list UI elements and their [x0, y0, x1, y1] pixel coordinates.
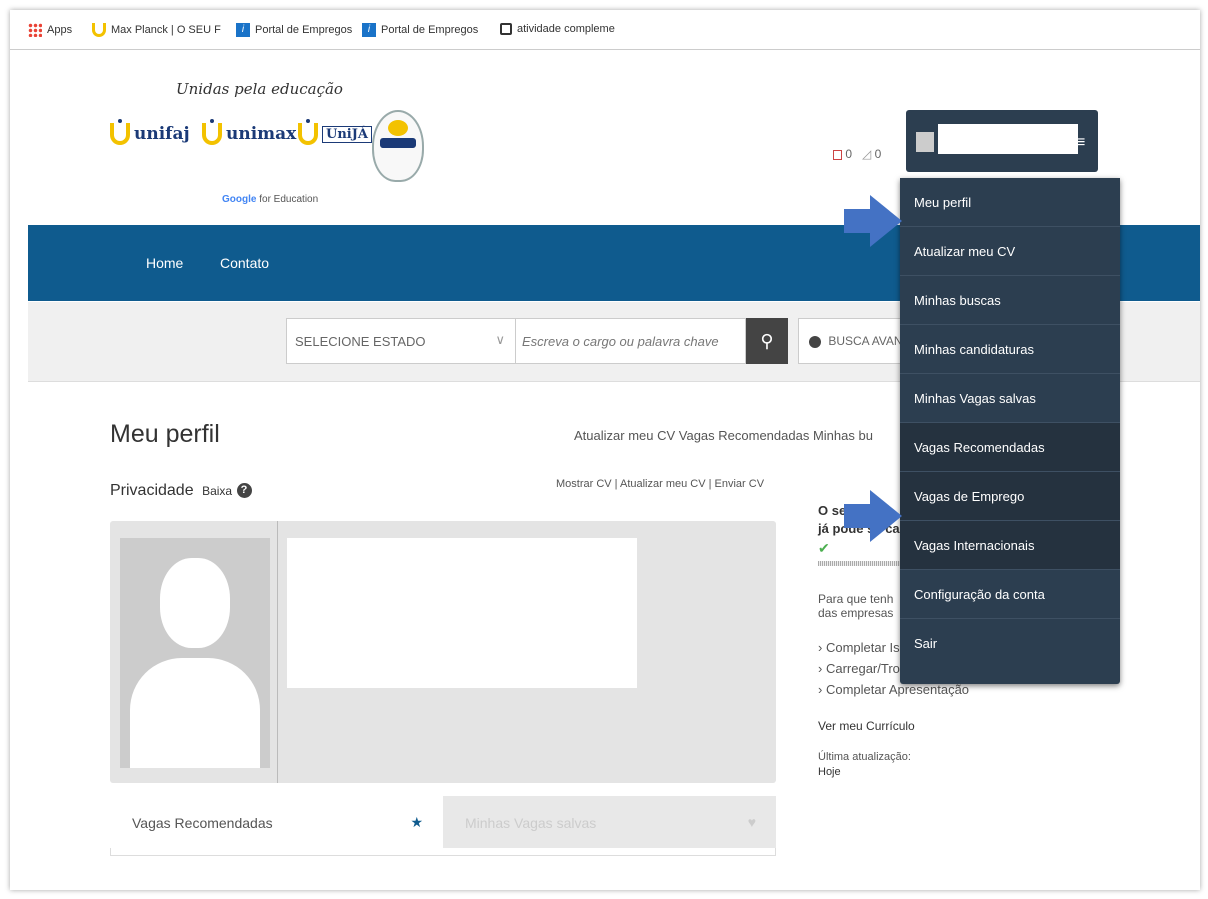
profile-top-links[interactable]: Atualizar meu CV Vagas Recomendadas Minh…	[574, 428, 873, 443]
nav-home[interactable]: Home	[146, 255, 183, 271]
chat-icon: ◿	[862, 147, 872, 161]
avatar	[916, 132, 934, 152]
divider	[277, 521, 278, 783]
menu-item-minhas-vagas-salvas[interactable]: Minhas Vagas salvas	[900, 374, 1120, 423]
bookmark-apps[interactable]: Apps	[28, 23, 72, 37]
ver-curriculo-link[interactable]: Ver meu Currículo	[818, 719, 1198, 733]
fangremu-seal-logo	[372, 110, 424, 182]
link-completar-apresentacao[interactable]: › Completar Apresentação	[818, 682, 1198, 697]
menu-item-sair[interactable]: Sair	[900, 619, 1120, 668]
logo-u-icon	[298, 119, 318, 145]
unija-logo[interactable]: UniJÁ	[298, 119, 372, 145]
bookmark-portal-empregos-2[interactable]: i Portal de Empregos	[362, 23, 478, 37]
help-icon[interactable]: ?	[236, 483, 252, 499]
profile-progress-bar	[818, 561, 908, 566]
last-update-label: Última atualização:	[818, 751, 911, 763]
nav-contato[interactable]: Contato	[220, 255, 269, 271]
profile-photo-placeholder[interactable]	[120, 538, 270, 768]
portal-i-icon: i	[362, 23, 376, 37]
cv-links[interactable]: Mostrar CV | Atualizar meu CV | Enviar C…	[556, 478, 764, 490]
heart-icon: ♥	[747, 814, 756, 830]
document-icon	[500, 23, 512, 35]
search-button[interactable]: ⚲	[746, 318, 788, 364]
star-icon: ★	[410, 814, 423, 830]
calendar-icon	[833, 149, 842, 160]
portal-i-icon: i	[236, 23, 250, 37]
menu-item-vagas-recomendadas[interactable]: Vagas Recomendadas	[900, 423, 1120, 472]
tab-vagas-recomendadas[interactable]: Vagas Recomendadas ★	[110, 796, 443, 848]
tab-minhas-vagas-salvas[interactable]: Minhas Vagas salvas ♥	[443, 796, 776, 848]
unimax-logo[interactable]: unimax	[202, 119, 296, 145]
privacy-section: Privacidade Baixa ?	[110, 482, 252, 500]
menu-item-minhas-buscas[interactable]: Minhas buscas	[900, 276, 1120, 325]
menu-item-minhas-candidaturas[interactable]: Minhas candidaturas	[900, 325, 1120, 374]
user-name-redacted	[938, 124, 1078, 154]
keyword-input[interactable]: Escreva o cargo ou palavra chave	[516, 318, 746, 364]
menu-item-configuracao-conta[interactable]: Configuração da conta	[900, 570, 1120, 619]
unifaj-logo[interactable]: unifaj	[110, 119, 190, 145]
header-counters[interactable]: 0 ◿ 0	[833, 147, 881, 161]
menu-item-atualizar-cv[interactable]: Atualizar meu CV	[900, 227, 1120, 276]
user-dropdown-menu: Meu perfil Atualizar meu CV Minhas busca…	[900, 178, 1120, 684]
apps-grid-icon	[28, 23, 42, 37]
plus-circle-icon	[809, 335, 821, 348]
arrow-annotation-vagas-emprego	[844, 490, 904, 542]
unifaj-u-icon	[92, 23, 106, 37]
profile-info-redacted	[287, 538, 637, 688]
menu-item-vagas-de-emprego[interactable]: Vagas de Emprego	[900, 472, 1120, 521]
google-for-education: Google for Education	[222, 194, 319, 205]
page-title: Meu perfil	[110, 420, 220, 448]
logo-u-icon	[202, 119, 222, 145]
menu-item-vagas-internacionais[interactable]: Vagas Internacionais	[900, 521, 1120, 570]
arrow-annotation-meu-perfil	[844, 195, 904, 247]
user-menu-button[interactable]: ≡	[906, 110, 1098, 172]
browser-frame: Apps Max Planck | O SEU F i Portal de Em…	[10, 10, 1200, 890]
logo-u-icon	[110, 119, 130, 145]
hamburger-icon: ≡	[1076, 134, 1086, 151]
search-icon: ⚲	[760, 331, 774, 351]
state-select[interactable]: SELECIONE ESTADO ∨	[286, 318, 516, 364]
bookmarks-bar: Apps Max Planck | O SEU F i Portal de Em…	[10, 10, 1200, 50]
menu-item-meu-perfil[interactable]: Meu perfil	[900, 178, 1120, 227]
last-update-value: Hoje	[818, 766, 841, 778]
bookmark-atividade[interactable]: atividade compleme	[500, 23, 615, 35]
chevron-down-icon: ∨	[495, 332, 505, 347]
bookmark-max-planck[interactable]: Max Planck | O SEU F	[92, 23, 221, 37]
bookmark-portal-empregos-1[interactable]: i Portal de Empregos	[236, 23, 352, 37]
tagline: Unidas pela educação	[176, 80, 343, 98]
